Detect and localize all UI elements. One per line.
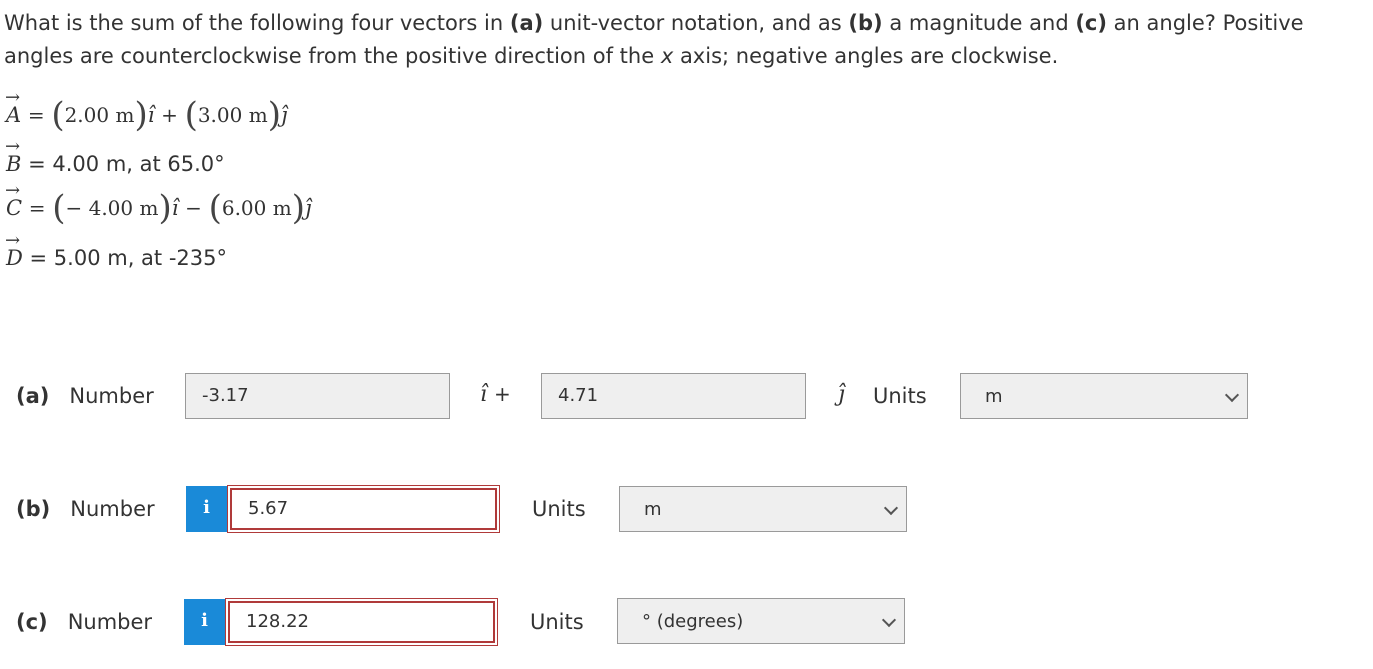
info-icon[interactable]: i (186, 486, 227, 532)
question-part: axis; negative angles are clockwise. (673, 44, 1059, 68)
vector-b-equation: → B = 4.00 m, at 65.0° (5, 136, 225, 176)
j-hat-symbol: ĵ (304, 196, 312, 220)
answer-b-units-select[interactable]: m (619, 486, 907, 532)
vector-a-name: → A (5, 87, 22, 127)
vector-d-value: = 5.00 m, at -235° (29, 246, 227, 270)
answer-c-label: (c) Number (16, 610, 152, 634)
answer-a-x-input[interactable]: -3.17 (185, 373, 450, 419)
i-hat-symbol: î (147, 103, 155, 127)
question-part: a magnitude and (882, 11, 1076, 35)
selected-unit: m (644, 499, 662, 520)
operator: − (185, 196, 202, 220)
selected-unit: m (985, 386, 1003, 407)
answer-b-units-label: Units (532, 497, 586, 521)
answer-c-units-select[interactable]: ° (degrees) (617, 598, 905, 644)
vector-a-equation: → A = (2.00 m)î + (3.00 m)ĵ (5, 87, 288, 135)
chevron-down-icon (1224, 387, 1240, 403)
vector-a-y-component: 3.00 m (197, 103, 268, 127)
vector-c-y-component: 6.00 m (221, 196, 292, 220)
question-part-b-tag: (b) (848, 11, 883, 35)
answer-b-magnitude-input[interactable]: 5.67 (230, 488, 497, 530)
vector-d-equation: → D = 5.00 m, at -235° (5, 230, 227, 270)
answer-a-i-hat: î + (480, 382, 511, 407)
answer-a-j-hat: ĵ (838, 382, 845, 407)
info-icon[interactable]: i (184, 599, 225, 645)
answer-a-y-input[interactable]: 4.71 (541, 373, 806, 419)
vector-c-name: → C (5, 180, 23, 220)
vector-a-x-component: 2.00 m (64, 103, 135, 127)
answer-c-units-label: Units (530, 610, 584, 634)
operator: + (161, 103, 178, 127)
answer-a-units-label: Units (873, 384, 927, 408)
question-part-a-tag: (a) (509, 11, 544, 35)
answer-a-label: (a) Number (16, 384, 154, 408)
selected-unit: ° (degrees) (642, 611, 744, 632)
number-label: Number (70, 497, 155, 521)
number-label: Number (67, 610, 153, 634)
answer-c-tag: (c) (16, 610, 48, 634)
equals-sign: = (27, 103, 45, 127)
vector-d-name: → D (5, 230, 23, 270)
question-text: What is the sum of the following four ve… (4, 7, 1369, 73)
vector-c-x-component: − 4.00 m (65, 196, 159, 220)
answer-a-units-select[interactable]: m (960, 373, 1248, 419)
vector-b-name: → B (5, 136, 22, 176)
answer-b-tag: (b) (16, 497, 51, 521)
j-hat-symbol: ĵ (280, 103, 288, 127)
vector-b-value: = 4.00 m, at 65.0° (28, 152, 225, 176)
question-x-variable: x (660, 44, 674, 68)
number-label: Number (69, 384, 154, 408)
question-part: What is the sum of the following four ve… (4, 11, 510, 35)
chevron-down-icon (881, 612, 897, 628)
vector-c-equation: → C = (− 4.00 m)î − (6.00 m)ĵ (5, 180, 312, 228)
question-part: unit-vector notation, and as (543, 11, 849, 35)
chevron-down-icon (883, 500, 899, 516)
answer-c-angle-input[interactable]: 128.22 (228, 601, 495, 643)
equals-sign: = (28, 196, 46, 220)
answer-b-label: (b) Number (16, 497, 155, 521)
answer-a-tag: (a) (16, 384, 50, 408)
question-part-c-tag: (c) (1075, 11, 1107, 35)
i-hat-symbol: î (171, 196, 179, 220)
